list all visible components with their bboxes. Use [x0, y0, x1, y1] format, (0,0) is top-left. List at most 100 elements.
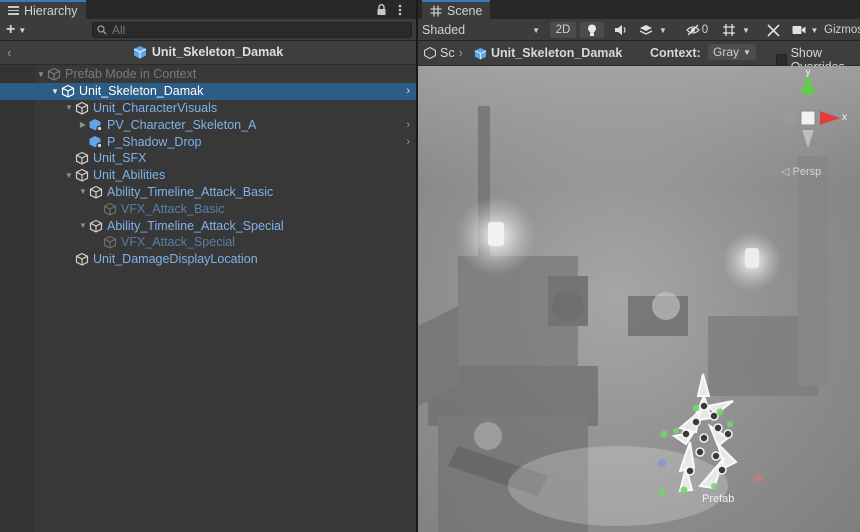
tree-row-root[interactable]: ▼ Unit_Skeleton_Damak › [0, 82, 416, 100]
expanded-arrow-icon[interactable]: ▼ [77, 221, 89, 230]
hierarchy-panel: Hierarchy + ▼ ‹ Unit_Skeleton_Damak ▼ [0, 0, 416, 532]
hierarchy-search[interactable] [92, 22, 412, 38]
lighting-toggle[interactable] [580, 22, 604, 38]
expanded-arrow-icon[interactable]: ▼ [63, 171, 75, 180]
panel-menu-icon[interactable] [398, 1, 402, 18]
persp-label[interactable]: ◁ Persp [781, 166, 821, 178]
hidden-count: 0 [701, 24, 709, 36]
scene-prefab-bar: Sc › Unit_Skeleton_Damak Context: Gray ▼… [418, 41, 860, 74]
grid-dropdown[interactable]: ▼ [718, 22, 754, 38]
gameobject-cube-icon [89, 185, 103, 199]
prefab-title-label: Unit_Skeleton_Damak [151, 45, 284, 59]
effects-layers-icon [639, 25, 653, 35]
camera-dropdown[interactable]: ▼ [788, 22, 822, 38]
tree-row[interactable]: VFX_Attack_Basic [0, 200, 416, 217]
tree-row-label: P_Shadow_Drop [107, 134, 202, 149]
tree-row[interactable]: P_Shadow_Drop › [0, 133, 416, 150]
tools-cross-icon [766, 23, 780, 37]
scene-viewport[interactable]: y x ◁ Persp Prefab [418, 66, 860, 532]
scene-breadcrumb-title: Unit_Skeleton_Damak [491, 46, 623, 60]
audio-toggle[interactable] [610, 22, 632, 38]
gameobject-cube-icon [75, 169, 89, 182]
prefab-variant-icon [89, 118, 103, 132]
scene-visibility-toggle[interactable]: 0 [682, 22, 712, 38]
lantern-right [722, 231, 782, 291]
gizmo-axis-x-label: x [842, 112, 847, 123]
tree-row-context[interactable]: ▼ Prefab Mode in Context [0, 66, 416, 83]
context-mode-dropdown[interactable]: Gray ▼ [708, 44, 756, 60]
tree-row-label: Prefab Mode in Context [65, 67, 197, 82]
tree-row[interactable]: ▼ Ability_Timeline_Attack_Special [0, 217, 416, 234]
hidden-eye-icon [685, 24, 700, 36]
search-icon [97, 25, 107, 35]
scene-grid-icon [430, 5, 442, 16]
chevron-right-icon[interactable]: › [406, 136, 410, 148]
speaker-icon [615, 25, 626, 35]
gameobject-cube-icon [103, 202, 117, 216]
tree-row[interactable]: ▼ Unit_Abilities [0, 167, 416, 184]
prefab-gizmo-label: Prefab [702, 493, 734, 505]
context-label: Context: [650, 46, 701, 60]
chevron-right-icon[interactable]: › [406, 119, 410, 131]
create-button[interactable]: + ▼ [6, 21, 26, 39]
blue-handle[interactable] [658, 459, 666, 467]
dropdown-caret-icon: ▼ [810, 25, 819, 35]
mode-2d-button[interactable]: 2D [550, 22, 576, 38]
dropdown-caret-icon: ▼ [742, 25, 750, 35]
tree-row[interactable]: Unit_SFX [0, 150, 416, 167]
gameobject-cube-icon [75, 101, 89, 115]
lock-icon[interactable] [376, 1, 387, 18]
gizmos-label: Gizmos [824, 24, 860, 36]
tree-row-label: Ability_Timeline_Attack_Special [107, 218, 284, 233]
expanded-arrow-icon[interactable]: ▼ [49, 87, 61, 96]
floor-light [508, 446, 728, 526]
shading-mode-dropdown[interactable]: Shaded ▼ [422, 22, 544, 38]
show-overrides-checkbox[interactable] [776, 53, 787, 67]
tree-row-label: Unit_CharacterVisuals [93, 100, 218, 115]
gizmos-dropdown[interactable]: Gizmos [824, 22, 860, 38]
camera-icon [792, 26, 806, 34]
lantern-left [456, 196, 536, 276]
dropdown-caret-icon: ▼ [743, 47, 751, 57]
tools-toggle[interactable] [764, 22, 782, 38]
expanded-arrow-icon[interactable]: ▼ [35, 70, 47, 79]
chevron-right-icon[interactable]: › [406, 85, 410, 97]
tree-row-label: Ability_Timeline_Attack_Basic [107, 184, 274, 199]
tab-scene-label: Scene [447, 3, 483, 18]
tree-row[interactable]: ▶ PV_Character_Skeleton_A › [0, 116, 416, 133]
scene-breadcrumb-root[interactable]: Sc › [424, 46, 463, 60]
tree-row[interactable]: ▼ Ability_Timeline_Attack_Basic [0, 184, 416, 201]
prefab-title: Unit_Skeleton_Damak [0, 45, 416, 59]
gameobject-cube-icon [75, 252, 89, 266]
hierarchy-search-input[interactable] [112, 23, 392, 37]
gameobject-cube-icon [103, 236, 117, 250]
expanded-arrow-icon[interactable]: ▼ [63, 103, 75, 112]
tree-row-label: VFX_Attack_Basic [121, 201, 225, 216]
tree-row[interactable]: Unit_DamageDisplayLocation [0, 251, 416, 268]
tree-row-label: VFX_Attack_Special [121, 235, 235, 250]
expanded-arrow-icon[interactable]: ▼ [77, 187, 89, 196]
tab-scene[interactable]: Scene [422, 0, 491, 19]
hierarchy-tabbar: Hierarchy [0, 0, 416, 19]
red-handle[interactable] [753, 473, 763, 483]
effects-dropdown[interactable]: ▼ [636, 22, 670, 38]
plus-icon: + [6, 21, 16, 38]
context-label-text: Context: [650, 46, 701, 60]
gameobject-cube-icon [47, 68, 61, 82]
prefab-breadcrumb: ‹ Unit_Skeleton_Damak [0, 41, 416, 65]
tree-row[interactable]: VFX_Attack_Special [0, 234, 416, 251]
hierarchy-tree: ▼ Prefab Mode in Context ▼ Unit_Skeleton… [0, 66, 416, 268]
shading-mode-label: Shaded [422, 23, 466, 37]
gameobject-cube-icon [75, 152, 89, 166]
persp-label-text: Persp [793, 166, 822, 178]
gizmo-center-cube[interactable] [800, 110, 816, 126]
tab-hierarchy[interactable]: Hierarchy [0, 0, 86, 19]
tree-row[interactable]: ▼ Unit_CharacterVisuals [0, 100, 416, 117]
prefab-icon [89, 135, 103, 149]
scene-tabbar: Scene [418, 0, 860, 19]
tree-row-label: Unit_Skeleton_Damak [79, 84, 204, 99]
scene-breadcrumb-prefab[interactable]: Unit_Skeleton_Damak [474, 46, 622, 60]
collapsed-arrow-icon[interactable]: ▶ [77, 120, 89, 129]
tab-hierarchy-label: Hierarchy [24, 3, 78, 18]
lightbulb-icon [588, 24, 596, 36]
